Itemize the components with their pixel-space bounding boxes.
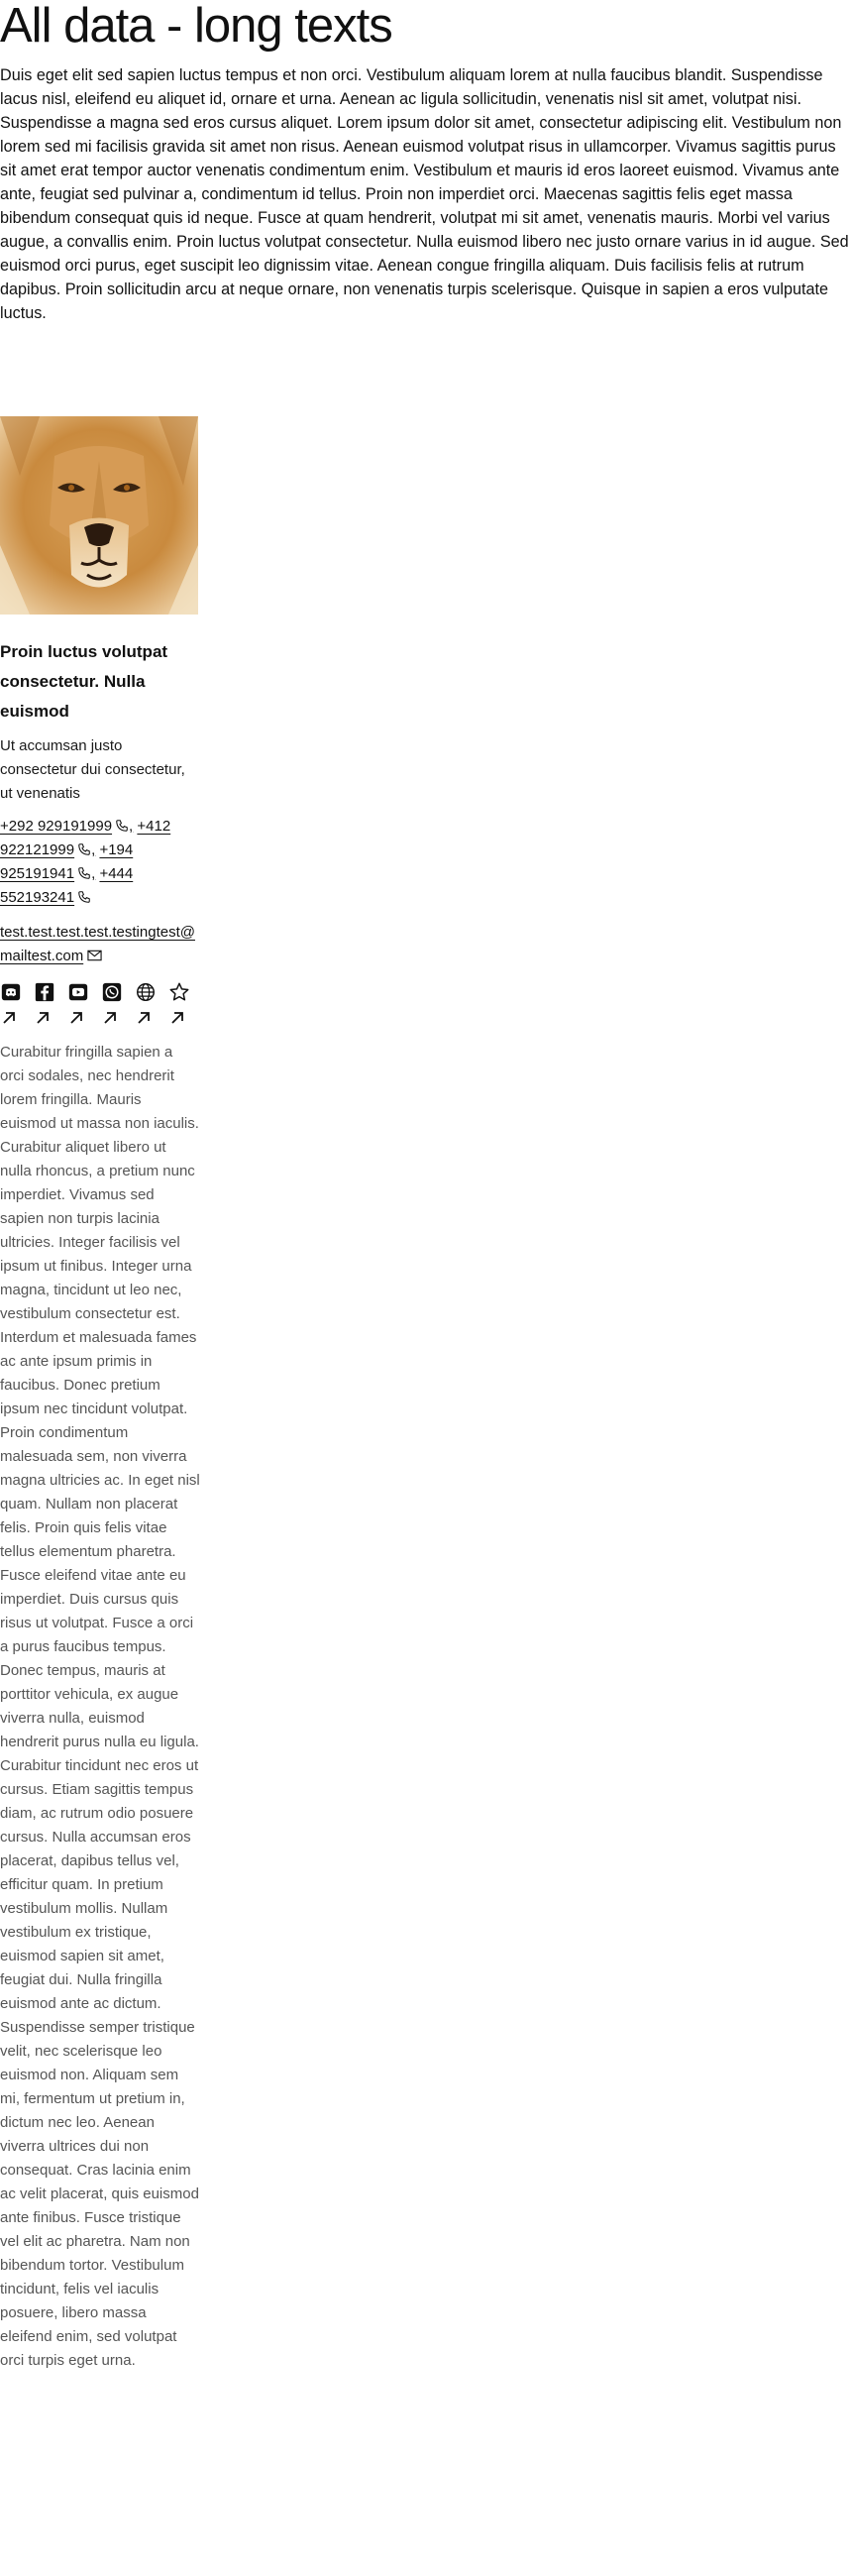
card-title: Proin luctus volutpat consectetur. Nulla… [0,642,168,721]
phone-separator: , [91,865,96,882]
youtube-link[interactable] [67,981,90,1025]
phone-icon [78,867,90,879]
social-links [0,981,198,1025]
card-subtitle: Ut accumsan justo consectetur dui consec… [0,737,185,802]
favorite-link[interactable] [168,981,191,1025]
discord-icon [1,983,21,1001]
phone-link[interactable]: +292 929191999 [0,818,112,835]
phone-separator: , [91,841,96,858]
contact-card: Proin luctus volutpat consectetur. Nulla… [0,416,200,2388]
mail-icon [87,950,102,961]
facebook-icon [35,982,54,1002]
phone-icon [78,843,90,855]
lion-image [0,416,198,615]
external-link-arrow-icon [3,1012,15,1024]
discord-link[interactable] [0,981,23,1025]
phone-separator: , [129,818,134,835]
external-link-arrow-icon [171,1012,183,1024]
external-link-arrow-icon [104,1012,116,1024]
card-description: Curabitur fringilla sapien a orci sodale… [0,1044,200,2369]
whatsapp-link[interactable] [101,981,124,1025]
external-link-arrow-icon [70,1012,82,1024]
external-link-arrow-icon [138,1012,150,1024]
star-icon [169,982,189,1001]
email-row: test.test.test.test.testingtest@mailtest… [0,921,198,968]
youtube-icon [68,983,88,1001]
intro-paragraph: Duis eget elit sed sapien luctus tempus … [0,66,849,322]
page-title: All data - long texts [0,0,393,53]
whatsapp-icon [102,982,122,1002]
website-link[interactable] [135,981,158,1025]
external-link-arrow-icon [37,1012,49,1024]
facebook-link[interactable] [34,981,56,1025]
phone-icon [116,820,128,832]
phone-list: +292 929191999, +412 922121999, +194 925… [0,815,198,910]
globe-icon [137,983,155,1001]
phone-icon [78,891,90,903]
